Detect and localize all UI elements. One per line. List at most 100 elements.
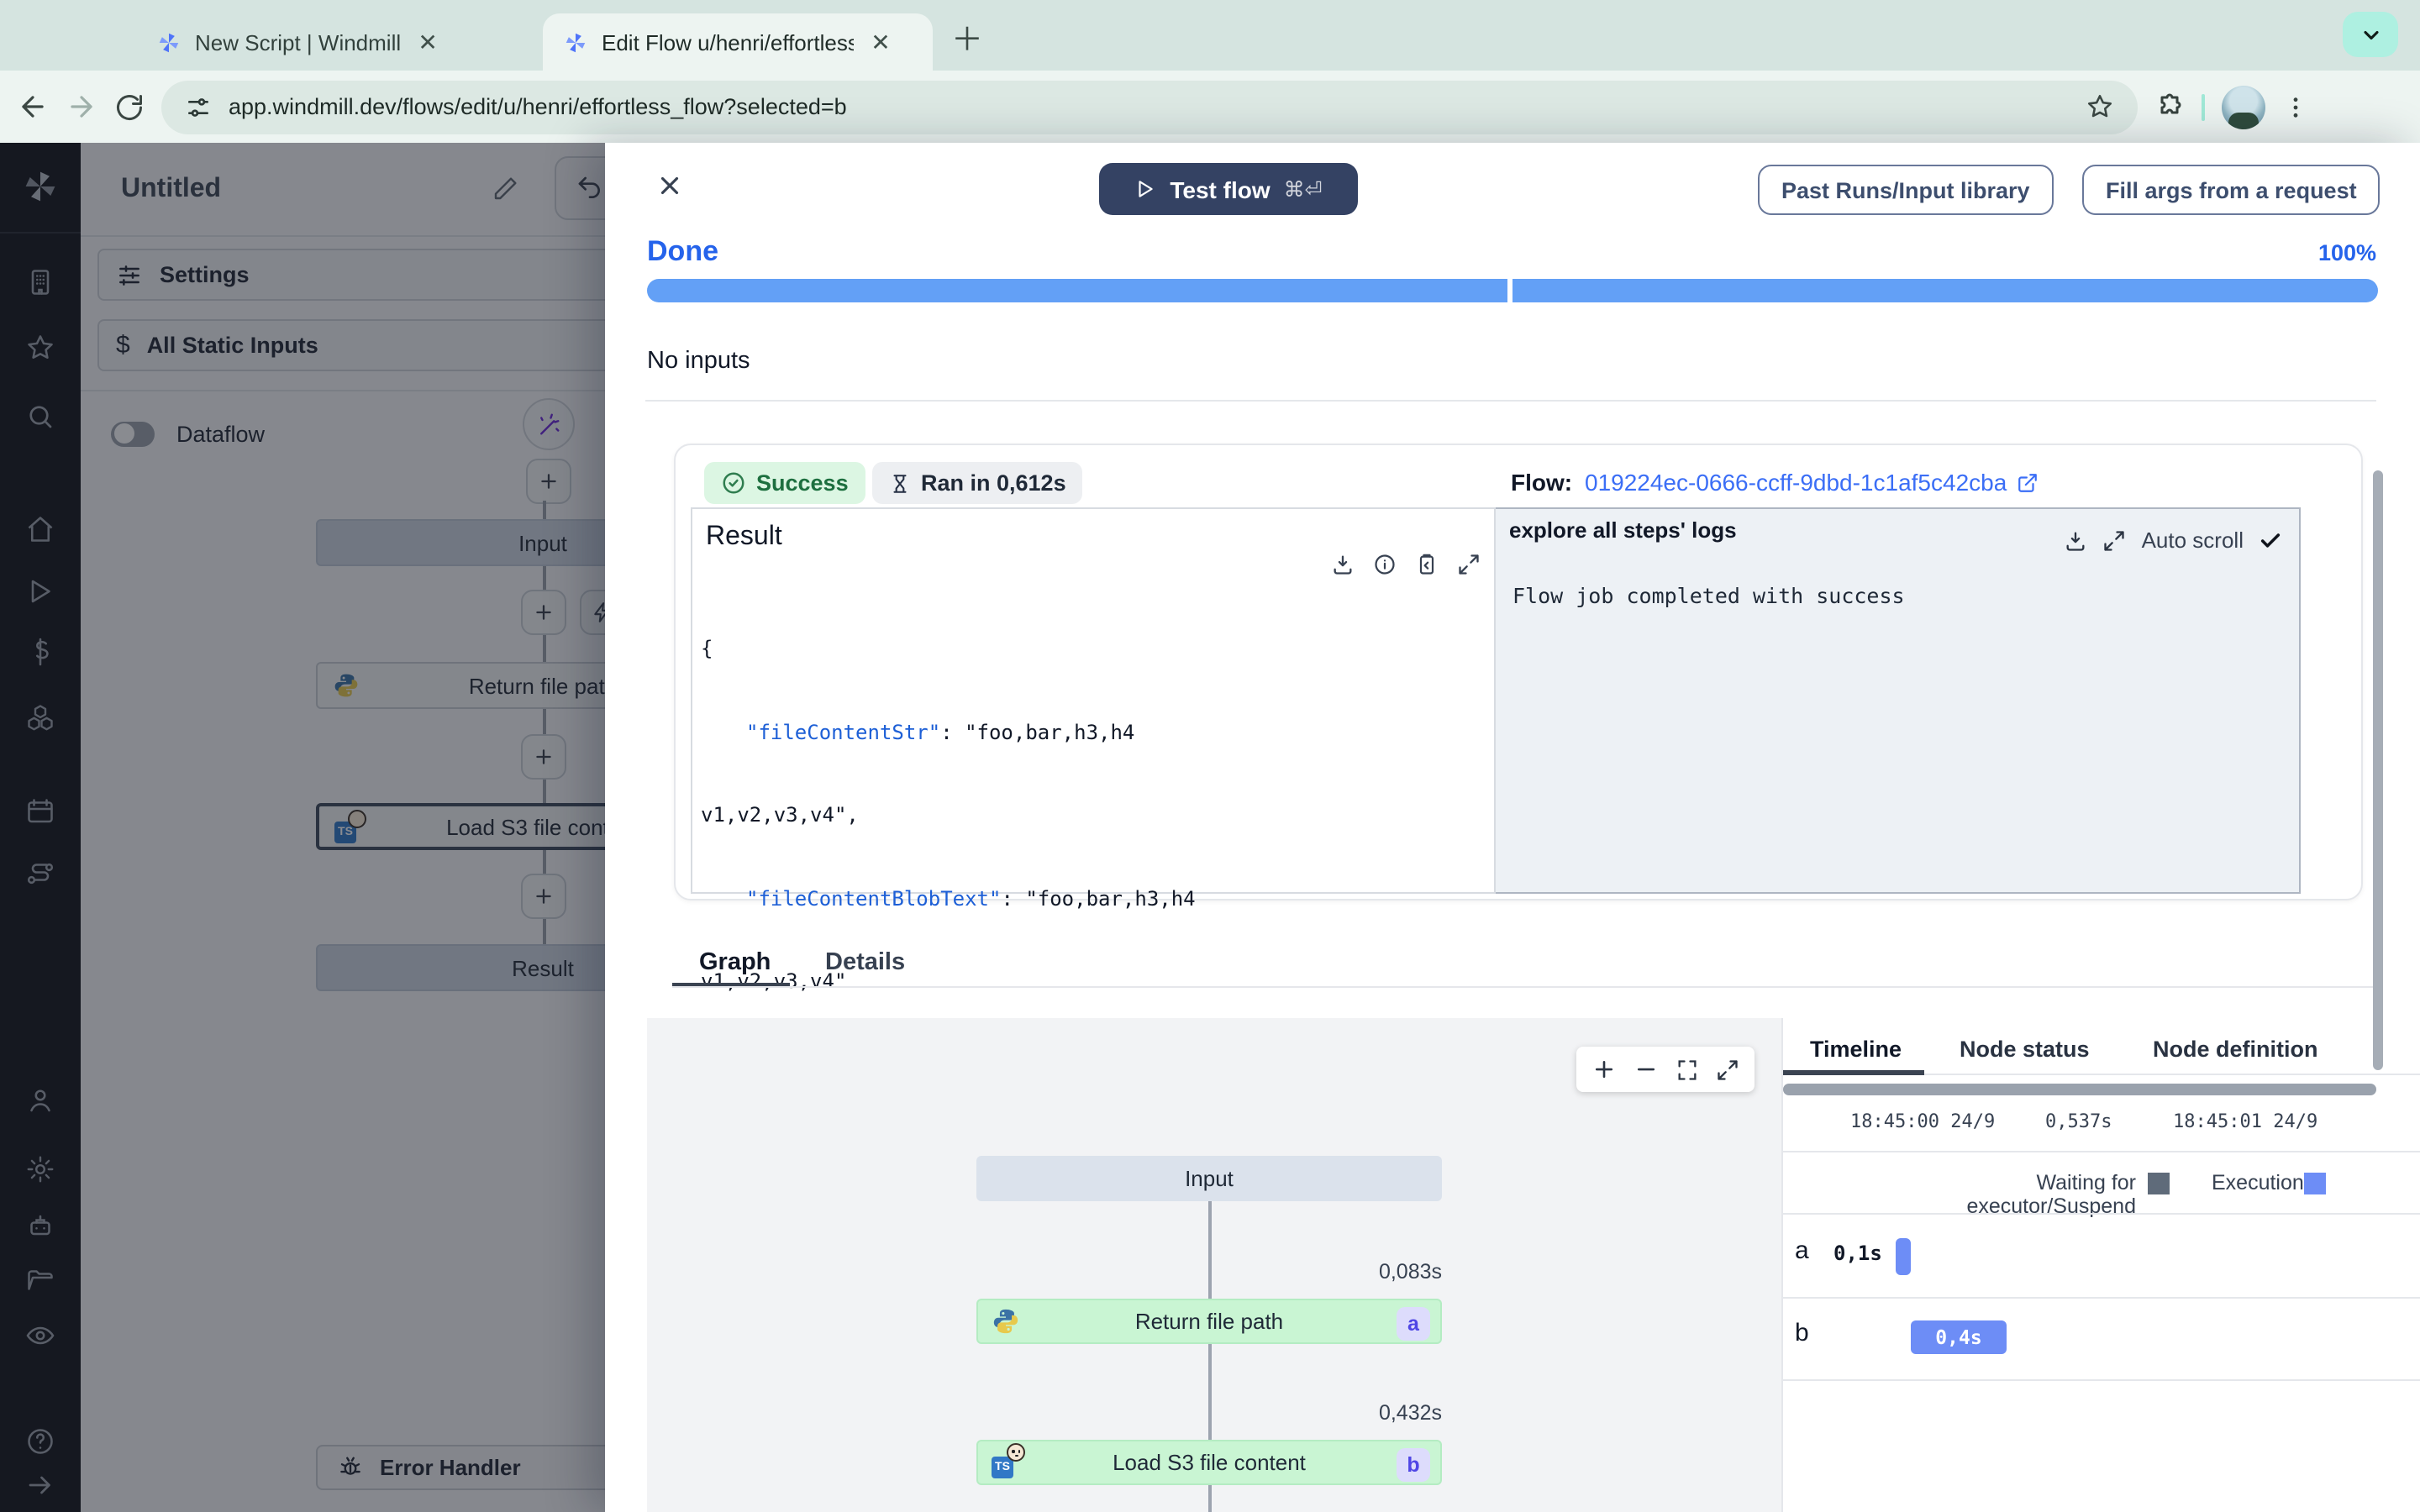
bookmark-star-icon[interactable] [2086,92,2114,121]
graph-zoom-controls [1576,1047,1754,1092]
download-icon[interactable] [2065,528,2088,552]
flow-progress-bar [647,279,2378,302]
fit-view-icon[interactable] [1676,1058,1699,1081]
windmill-favicon [566,32,586,52]
tab-timeline[interactable]: Timeline [1810,1037,1902,1062]
reload-icon[interactable] [114,92,145,122]
run-result-card: Success Ran in 0,612s Flow: 019224ec-066… [674,444,2363,1076]
past-runs-button[interactable]: Past Runs/Input library [1758,165,2054,215]
tab-node-status[interactable]: Node status [1960,1037,2090,1062]
graph-node-return-file-path[interactable]: Return file path a [976,1299,1442,1344]
browser-tab-new-script[interactable]: New Script | Windmill ✕ [136,13,458,71]
timeline-row-a-duration: 0,1s [1833,1242,1882,1265]
browser-toolbar: app.windmill.dev/flows/edit/u/henri/effo… [0,71,2420,143]
test-flow-button[interactable]: Test flow ⌘⏎ [1099,163,1358,215]
row-divider [1783,1297,2420,1299]
auto-scroll-label[interactable]: Auto scroll [2142,528,2244,553]
graph-connector [1208,1201,1211,1299]
download-icon[interactable] [1331,553,1355,576]
toolbar-divider [2202,93,2205,120]
new-tab-button[interactable]: ＋ [951,15,983,60]
active-tab-underline [1783,1070,1924,1075]
tab-title: Edit Flow u/henri/effortless_fl [602,29,854,55]
timeline-bar-a[interactable] [1896,1238,1911,1275]
horizontal-scrollbar[interactable] [1783,1084,2376,1095]
row-divider [1783,1213,2420,1215]
step-a-duration: 0,083s [1378,1260,1442,1284]
flow-graph-panel[interactable]: Input 0,083s Return file path a 0,432s T… [647,1018,1781,1512]
zoom-in-icon[interactable] [1591,1057,1617,1082]
timeline-bar-b-duration: 0,4s [1935,1326,1982,1349]
timeline-row-a-id: a [1795,1236,1809,1265]
graph-connector [1208,1344,1211,1440]
fill-args-button[interactable]: Fill args from a request [2082,165,2381,215]
test-flow-label: Test flow [1170,176,1270,202]
windmill-flow-editor: New Script | Windmill ✕ Edit Flow u/henr… [0,0,2420,1512]
profile-avatar[interactable] [2222,85,2265,129]
tab-search-chevron-button[interactable] [2343,12,2398,57]
external-link-icon [2018,473,2038,491]
flow-id-link[interactable]: 019224ec-0666-ccff-9dbd-1c1af5c42cba [1585,469,2039,496]
info-icon[interactable] [1373,553,1397,576]
tab-node-definition[interactable]: Node definition [2153,1037,2318,1062]
timeline-end-time: 18:45:01 24/9 [2173,1110,2318,1132]
step-a-badge: a [1397,1306,1430,1340]
copy-clipboard-icon[interactable] [1415,553,1439,576]
row-divider [1783,1379,2420,1381]
close-drawer-icon[interactable] [655,171,684,200]
step-detail-panel: Timeline Node status Node definition 18:… [1781,1018,2420,1512]
tab-close-icon[interactable]: ✕ [867,28,894,56]
run-status-label: Done [647,235,718,267]
row-divider [1783,1151,2420,1152]
shortcut-hint: ⌘⏎ [1283,178,1323,202]
result-title: Result [706,522,782,551]
extensions-icon[interactable] [2154,92,2185,122]
graph-connector [1208,1485,1211,1512]
expand-icon[interactable] [1457,553,1481,576]
expand-icon[interactable] [1716,1058,1739,1081]
back-icon[interactable] [17,91,49,123]
legend-execution-label: Execution [2212,1171,2304,1194]
duration-badge: Ran in 0,612s [872,462,1083,504]
tab-close-icon[interactable]: ✕ [414,28,441,56]
check-icon[interactable] [2259,528,2282,552]
vertical-scrollbar[interactable] [2373,470,2383,1070]
tabs-divider [672,986,2378,988]
address-bar[interactable]: app.windmill.dev/flows/edit/u/henri/effo… [161,80,2138,134]
url-text[interactable]: app.windmill.dev/flows/edit/u/henri/effo… [229,94,2069,119]
browser-tab-strip: New Script | Windmill ✕ Edit Flow u/henr… [0,0,2420,71]
success-badge: Success [704,462,865,504]
timeline-start-time: 18:45:00 24/9 [1850,1110,1996,1132]
check-circle-icon [723,472,744,494]
modal-backdrop[interactable] [0,143,605,1512]
browser-tab-edit-flow[interactable]: Edit Flow u/henri/effortless_fl ✕ [543,13,933,71]
test-flow-drawer: Test flow ⌘⏎ Past Runs/Input library Fil… [605,143,2420,1512]
legend-waiting-swatch [2148,1173,2170,1194]
logs-pane: explore all steps' logs Auto scroll Flow… [1496,507,2301,894]
legend-execution-swatch [2304,1173,2326,1194]
tab-details[interactable]: Details [825,949,905,976]
zoom-out-icon[interactable] [1634,1057,1659,1082]
play-icon [1139,181,1154,197]
step-b-duration: 0,432s [1378,1401,1442,1425]
expand-icon[interactable] [2103,528,2127,552]
log-line: Flow job completed with success [1512,583,1905,608]
section-divider [645,400,2376,402]
typescript-bun-icon: TS [992,1443,1025,1478]
legend-waiting-label: Waiting for executor/Suspend [1966,1171,2136,1218]
step-b-badge: b [1397,1447,1430,1481]
timeline-bar-b[interactable]: 0,4s [1911,1320,2007,1354]
browser-menu-icon[interactable] [2282,93,2309,120]
windmill-favicon [159,32,179,52]
progress-percent: 100% [2317,240,2376,265]
logs-title[interactable]: explore all steps' logs [1509,517,1737,543]
tab-graph[interactable]: Graph [699,949,771,976]
timeline-total-duration: 0,537s [2045,1110,2112,1132]
python-icon [993,1309,1018,1334]
site-settings-icon[interactable] [185,93,212,120]
hourglass-icon [893,474,907,492]
graph-node-load-s3[interactable]: TS Load S3 file content b [976,1440,1442,1485]
timeline-row-b-id: b [1795,1319,1809,1347]
graph-node-input[interactable]: Input [976,1156,1442,1201]
forward-icon[interactable] [66,91,97,123]
